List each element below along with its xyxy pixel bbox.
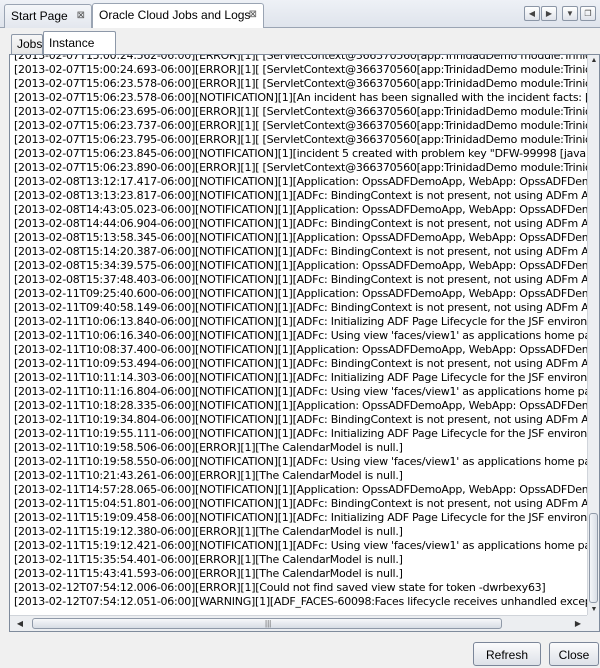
log-line: [2013-02-11T10:19:55.111-06:00][NOTIFICA… (14, 427, 588, 440)
editor-tab-bar: Start Page ⊠ Oracle Cloud Jobs and Logs … (0, 0, 600, 29)
log-line: [2013-02-08T15:14:20.387-06:00][NOTIFICA… (14, 245, 588, 258)
log-line: [2013-02-07T15:06:23.737-06:00][ERROR][1… (14, 119, 588, 132)
close-icon[interactable]: ⊠ (77, 5, 85, 27)
log-line: [2013-02-12T07:54:12.051-06:00][WARNING]… (14, 595, 588, 608)
log-line: [2013-02-08T13:12:17.417-06:00][NOTIFICA… (14, 175, 588, 188)
log-line: [2013-02-11T10:08:37.400-06:00][NOTIFICA… (14, 343, 588, 356)
log-line: [2013-02-12T07:54:12.006-06:00][ERROR][1… (14, 581, 546, 594)
log-line: [2013-02-11T09:25:40.600-06:00][NOTIFICA… (14, 287, 588, 300)
scroll-corner (587, 615, 599, 631)
log-viewport[interactable]: [2013-02-07T15:00:24.562-06:00][ERROR][1… (10, 55, 588, 616)
tab-label: Jobs (17, 37, 43, 51)
log-line: [2013-02-11T10:18:28.335-06:00][NOTIFICA… (14, 399, 588, 412)
log-line: [2013-02-11T15:19:12.380-06:00][ERROR][1… (14, 525, 403, 538)
tab-instance-log[interactable]: Instance Log (43, 31, 116, 72)
log-line: [2013-02-11T15:04:51.801-06:00][NOTIFICA… (14, 497, 588, 510)
log-line: [2013-02-11T10:19:58.550-06:00][NOTIFICA… (14, 455, 588, 468)
log-line: [2013-02-08T15:13:58.345-06:00][NOTIFICA… (14, 231, 588, 244)
log-line: [2013-02-07T15:00:24.693-06:00][ERROR][1… (14, 63, 588, 76)
log-line: [2013-02-11T15:19:09.458-06:00][NOTIFICA… (14, 511, 588, 524)
scroll-tabs-left-icon[interactable]: ◀ (524, 6, 540, 21)
log-line: [2013-02-11T10:11:16.804-06:00][NOTIFICA… (14, 385, 588, 398)
log-line: [2013-02-07T15:06:23.890-06:00][ERROR][1… (14, 161, 588, 174)
log-line: [2013-02-08T13:13:23.817-06:00][NOTIFICA… (14, 189, 588, 202)
log-line: [2013-02-07T15:06:23.578-06:00][ERROR][1… (14, 77, 588, 90)
log-line: [2013-02-08T15:37:48.403-06:00][NOTIFICA… (14, 273, 588, 286)
log-line: [2013-02-07T15:06:23.845-06:00][NOTIFICA… (14, 147, 588, 160)
tab-label: Start Page (11, 9, 68, 23)
log-line: [2013-02-11T09:40:58.149-06:00][NOTIFICA… (14, 301, 588, 314)
log-line: [2013-02-11T10:19:58.506-06:00][ERROR][1… (14, 441, 403, 454)
tab-navigation: ◀ ▶ ▼ ❐ (524, 6, 598, 22)
log-line: [2013-02-07T15:06:23.578-06:00][NOTIFICA… (14, 91, 588, 104)
log-line: [2013-02-11T15:35:54.401-06:00][ERROR][1… (14, 553, 403, 566)
horizontal-scrollbar[interactable]: ◀ ||| ▶ (10, 615, 588, 631)
tab-start-page[interactable]: Start Page ⊠ (4, 4, 92, 28)
tab-oracle-cloud-jobs-and-logs[interactable]: Oracle Cloud Jobs and Logs ⊠ (92, 3, 264, 29)
refresh-button[interactable]: Refresh (473, 642, 541, 666)
log-line: [2013-02-11T10:21:43.261-06:00][ERROR][1… (14, 469, 403, 482)
vertical-scrollbar[interactable]: ▲ ▼ (587, 55, 599, 616)
scroll-left-icon[interactable]: ◀ (14, 618, 26, 630)
sub-tab-bar: Jobs Instance Log (0, 28, 600, 72)
log-line: [2013-02-07T15:06:23.795-06:00][ERROR][1… (14, 133, 588, 146)
log-line: [2013-02-08T15:34:39.575-06:00][NOTIFICA… (14, 259, 588, 272)
log-line: [2013-02-07T15:00:24.562-06:00][ERROR][1… (14, 55, 588, 62)
horizontal-scroll-thumb[interactable]: ||| (32, 618, 502, 629)
log-lines: [2013-02-07T15:00:24.562-06:00][ERROR][1… (14, 55, 588, 609)
close-icon[interactable]: ⊠ (249, 4, 257, 26)
tab-jobs[interactable]: Jobs (11, 34, 43, 54)
log-line: [2013-02-11T15:19:12.421-06:00][NOTIFICA… (14, 539, 588, 552)
scroll-grip-icon: ||| (265, 619, 272, 628)
log-line: [2013-02-11T10:06:16.340-06:00][NOTIFICA… (14, 329, 588, 342)
restore-icon[interactable]: ❐ (580, 6, 596, 21)
log-line: [2013-02-08T14:43:05.023-06:00][NOTIFICA… (14, 203, 588, 216)
log-line: [2013-02-11T10:06:13.840-06:00][NOTIFICA… (14, 315, 588, 328)
tab-label: Oracle Cloud Jobs and Logs (99, 8, 251, 22)
log-line: [2013-02-11T10:11:14.303-06:00][NOTIFICA… (14, 371, 588, 384)
scroll-right-icon[interactable]: ▶ (572, 618, 584, 630)
vertical-scroll-thumb[interactable] (589, 513, 598, 603)
close-button[interactable]: Close (549, 642, 599, 666)
log-line: [2013-02-11T14:57:28.065-06:00][NOTIFICA… (14, 483, 588, 496)
scroll-up-icon[interactable]: ▲ (588, 55, 600, 67)
log-line: [2013-02-11T15:43:41.593-06:00][ERROR][1… (14, 567, 403, 580)
scroll-tabs-right-icon[interactable]: ▶ (541, 6, 557, 21)
log-line: [2013-02-11T10:19:34.804-06:00][NOTIFICA… (14, 413, 588, 426)
tab-list-menu-icon[interactable]: ▼ (562, 6, 578, 21)
log-line: [2013-02-08T14:44:06.904-06:00][NOTIFICA… (14, 217, 588, 230)
instance-log-pane[interactable]: [2013-02-07T15:00:24.562-06:00][ERROR][1… (9, 54, 600, 632)
log-line: [2013-02-07T15:06:23.695-06:00][ERROR][1… (14, 105, 588, 118)
log-line: [2013-02-11T10:09:53.494-06:00][NOTIFICA… (14, 357, 588, 370)
